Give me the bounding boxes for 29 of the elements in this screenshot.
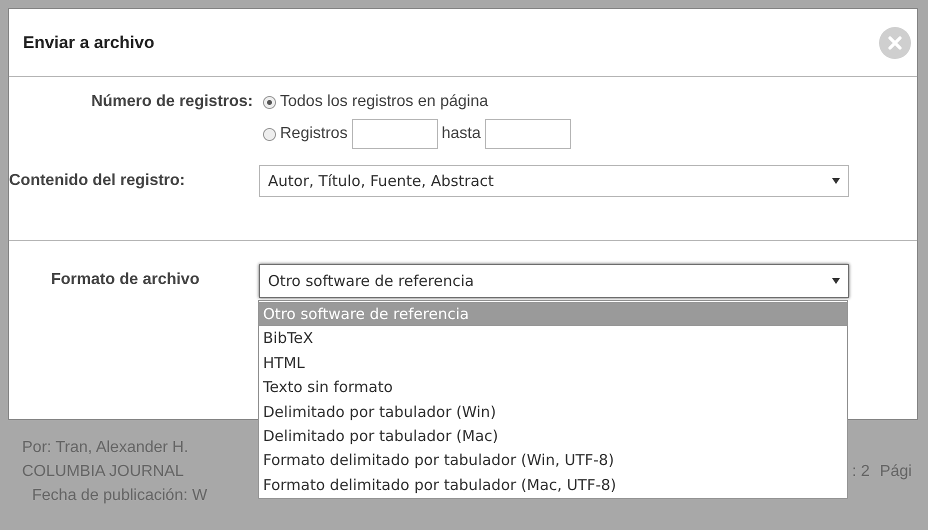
page-count-text: : 2 [852,462,870,482]
dialog-title: Enviar a archivo [23,32,154,54]
dropdown-option[interactable]: HTML [259,350,847,376]
field-label: Contenido del registro: [9,171,186,191]
radio-label: Registros [280,124,348,144]
journal-text: COLUMBIA JOURNAL [22,462,185,482]
field-label: Número de registros: [90,92,254,112]
dropdown-option[interactable]: Texto sin formato [259,375,847,400]
dropdown-option[interactable]: Formato delimitado por tabulador (Win, UTF-8) [259,448,847,473]
dropdown-option[interactable]: BibTeX [259,326,847,351]
caret-icon [832,177,840,185]
dropdown-option[interactable]: Formato delimitado por tabulador (Mac, UTF-8) [259,472,847,498]
date-text: Fecha de publicación: W [31,486,208,506]
radio-button[interactable] [263,128,276,140]
caret-icon [832,277,840,285]
page-text: Pági [880,462,912,482]
close-icon [888,36,902,50]
input-field[interactable] [484,119,571,149]
select-field[interactable]: Autor, Título, Fuente, Abstract [259,165,849,197]
dropdown-option[interactable]: Delimitado por tabulador (Win) [259,400,847,424]
select-field[interactable]: Otro software de referencia [259,264,849,298]
radio-label: Todos los registros en página [280,92,488,112]
field-label: hasta [442,124,481,144]
dropdown-option[interactable]: Delimitado por tabulador (Mac) [259,424,847,448]
input-field[interactable] [352,119,438,149]
radio-button[interactable] [263,96,276,108]
author-text: Por: Tran, Alexander H. [22,438,190,458]
field-label: Formato de archivo [50,270,200,290]
close-button[interactable] [879,26,911,58]
